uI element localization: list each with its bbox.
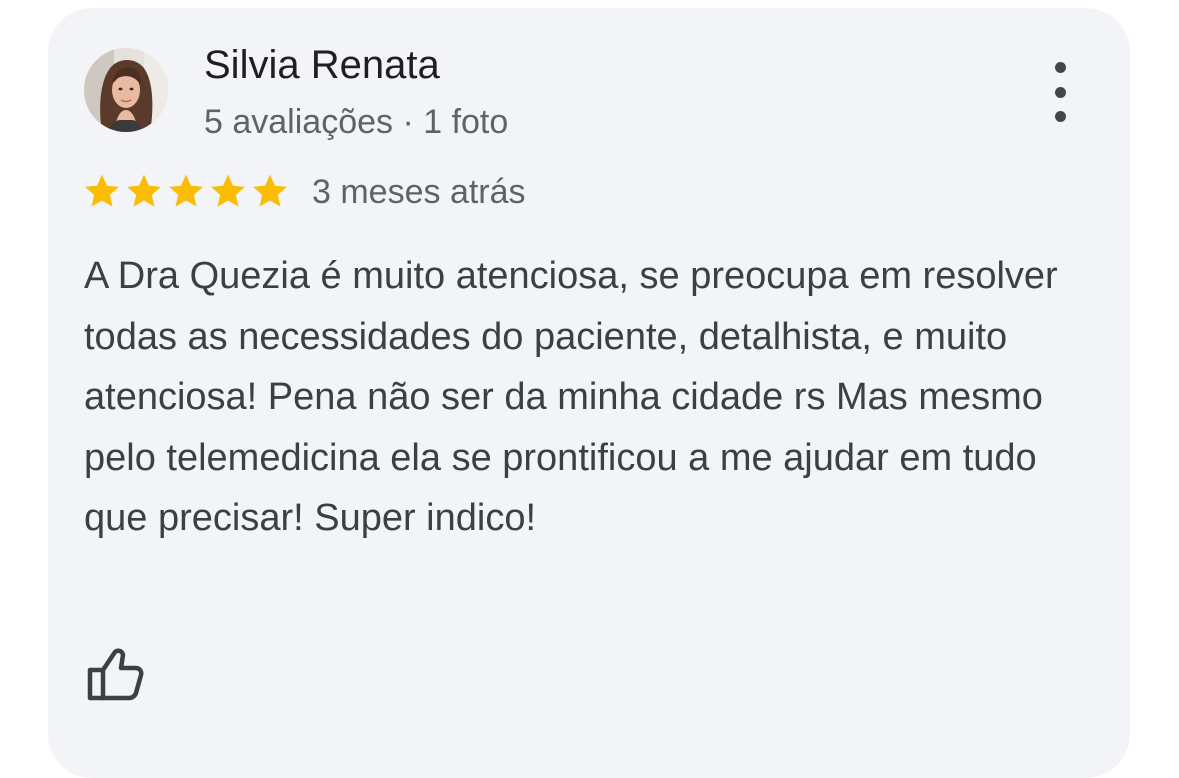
star-icon [253,174,287,207]
star-rating [82,171,290,211]
review-text: A Dra Quezia é muito atenciosa, se preoc… [84,255,1058,539]
more-vertical-icon-dot [1054,111,1066,122]
star-icon [127,174,161,207]
star-icon [169,174,203,207]
more-vertical-icon [1054,62,1066,73]
author-name[interactable]: Silvia Renata [204,40,440,90]
profile-photo [84,48,168,132]
author-meta: 5 avaliações · 1 foto [204,103,509,141]
star-icon [85,174,119,207]
more-options-button[interactable] [1040,62,1080,122]
like-button[interactable] [84,646,146,706]
review-time: 3 meses atrás [312,173,526,211]
star-icon [211,174,245,207]
more-vertical-icon-dot [1054,86,1066,98]
avatar[interactable] [84,48,168,132]
thumbs-up-icon [87,648,144,701]
